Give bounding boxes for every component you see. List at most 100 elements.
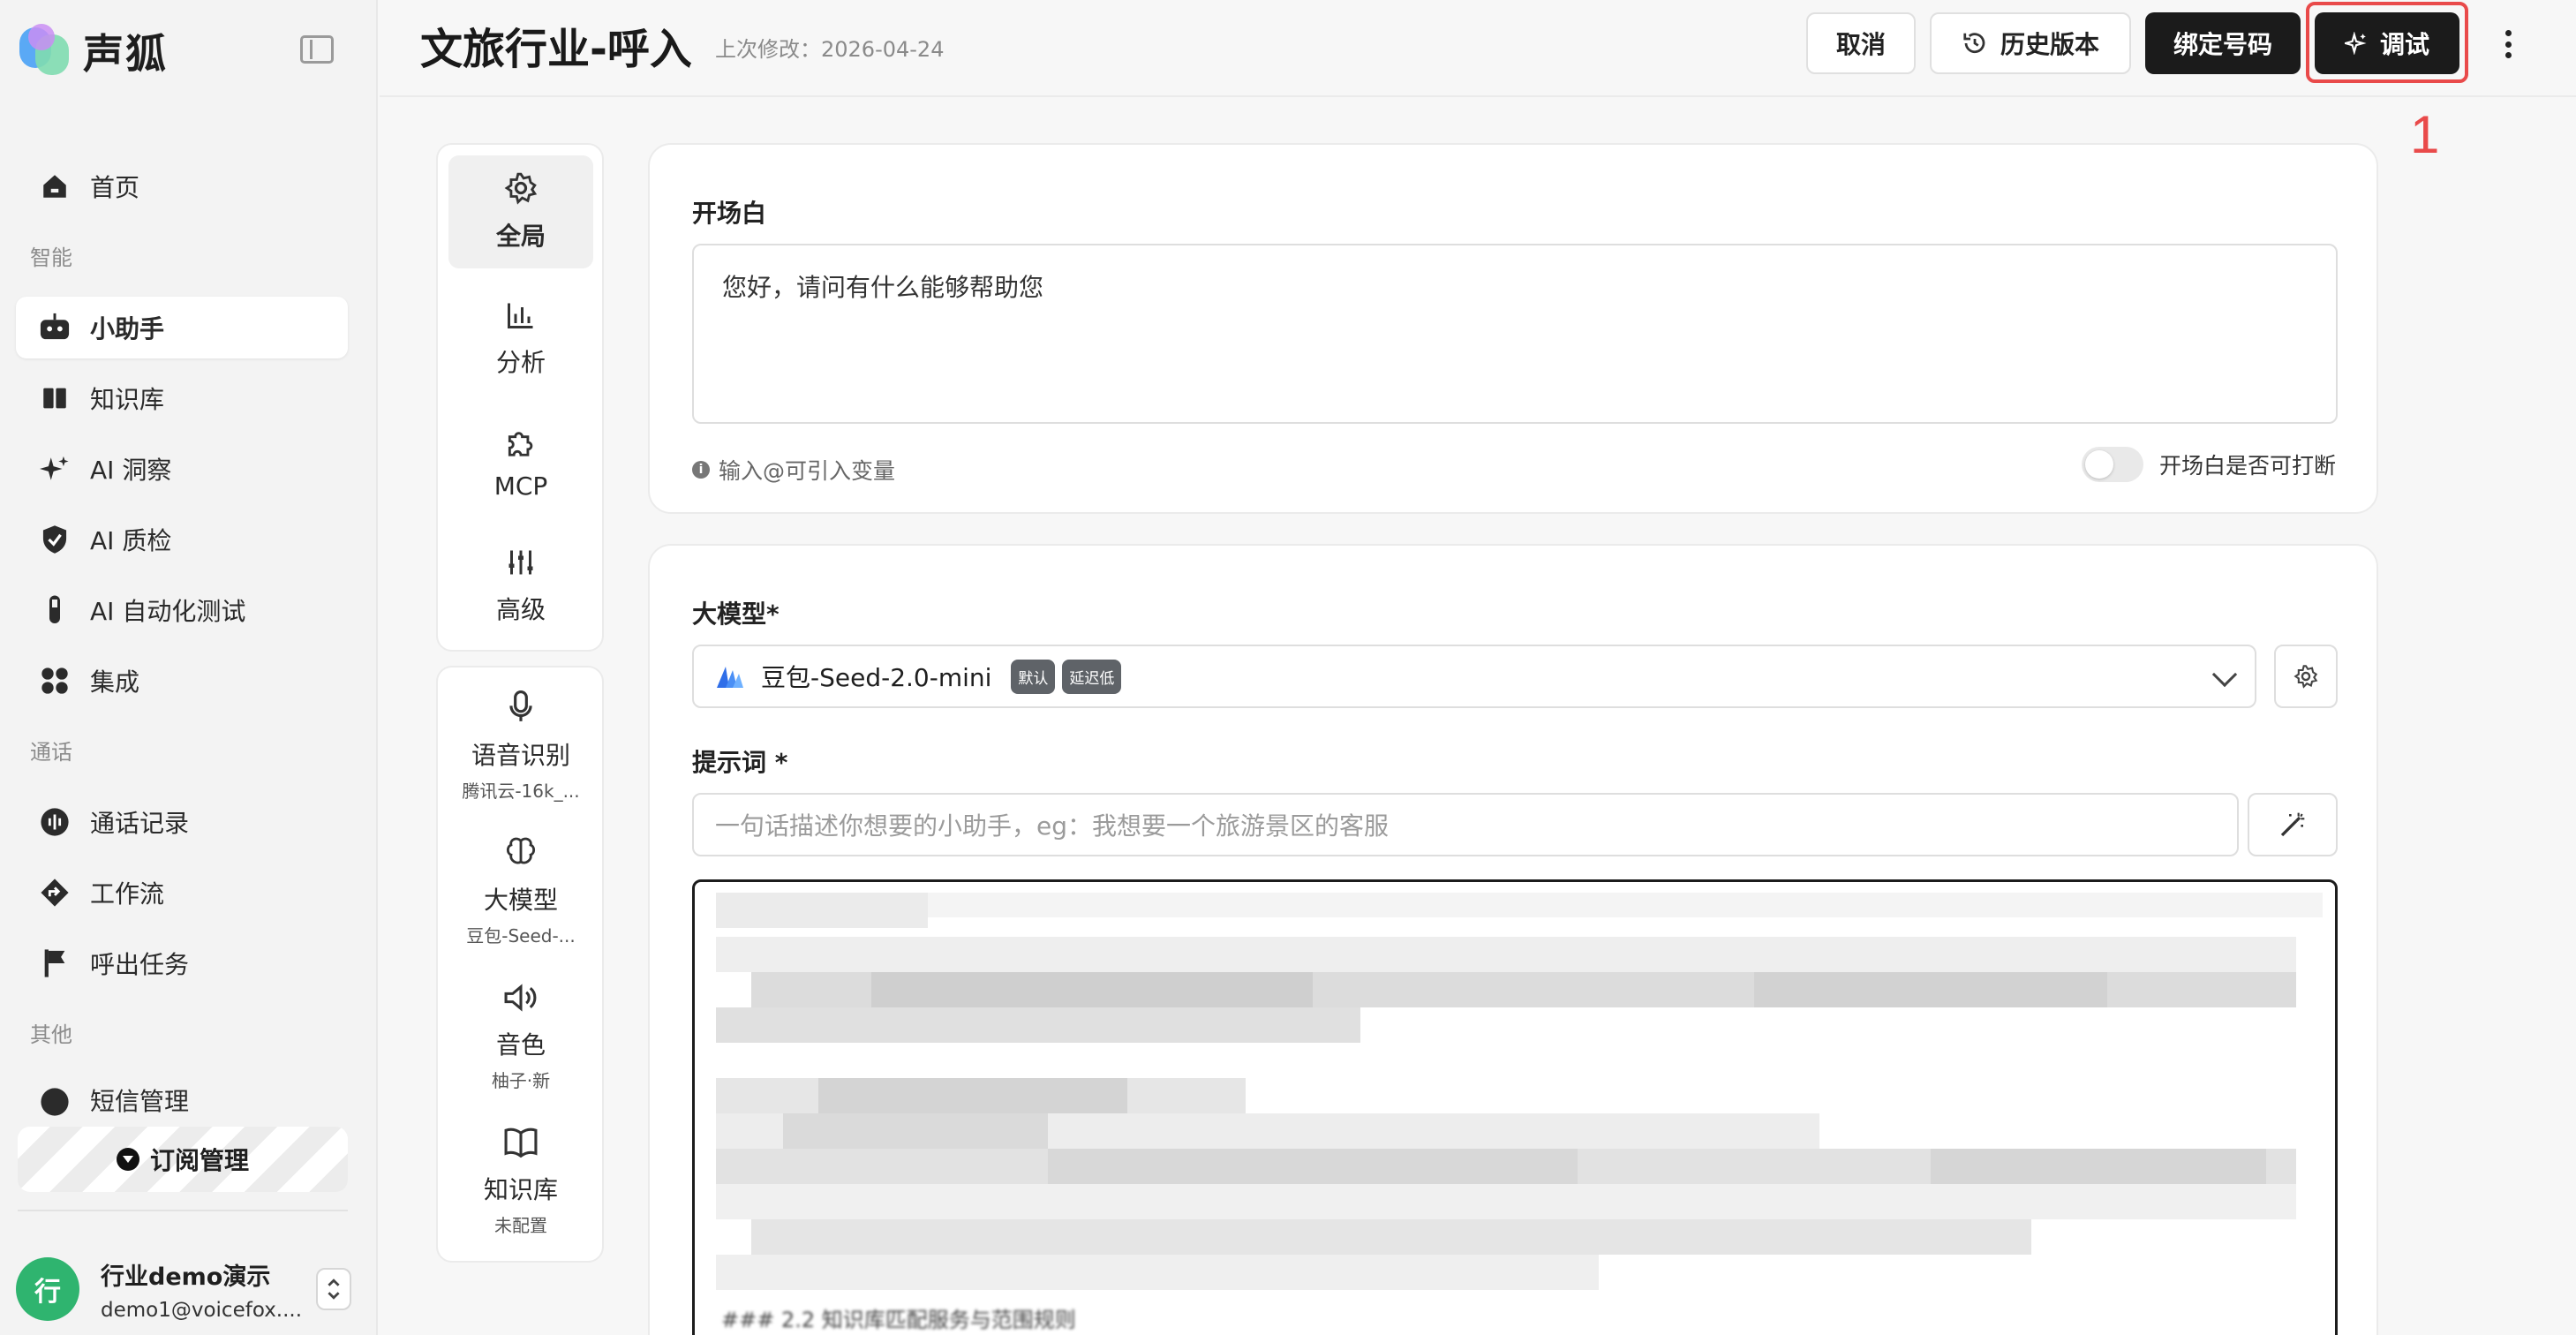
sidebar-item-label: 小助手 — [90, 314, 165, 343]
shield-check-icon — [35, 520, 74, 559]
model-logo-icon — [715, 663, 745, 690]
tab-knowledge[interactable]: 知识库 未配置 — [448, 1121, 593, 1254]
sidebar-collapse-icon[interactable] — [300, 35, 334, 64]
sidebar-item-ai-insight[interactable]: AI 洞察 — [16, 438, 348, 500]
sidebar-item-label: AI 自动化测试 — [90, 597, 246, 626]
tab-label: 知识库 — [483, 1175, 558, 1204]
book-icon — [35, 379, 74, 418]
brain-icon — [504, 835, 538, 872]
tab-label: 音色 — [495, 1030, 546, 1060]
magic-wand-icon — [2278, 811, 2307, 839]
sidebar-item-sms[interactable]: 短信管理 — [16, 1074, 348, 1118]
tab-voice[interactable]: 音色 柚子·新 — [448, 977, 593, 1109]
grid-dots-icon — [35, 661, 74, 700]
tab-mcp[interactable]: MCP — [448, 410, 593, 516]
microphone-icon — [506, 690, 536, 728]
chevron-up-down-icon[interactable] — [316, 1268, 351, 1310]
bind-number-button[interactable]: 绑定号码 — [2145, 12, 2301, 74]
model-settings-button[interactable] — [2274, 645, 2338, 708]
sidebar-item-outbound[interactable]: 呼出任务 — [16, 932, 348, 994]
tab-sublabel: 豆包-Seed-... — [466, 925, 576, 947]
workflow-icon — [35, 873, 74, 912]
more-options-icon[interactable] — [2495, 26, 2521, 62]
sidebar-item-home[interactable]: 首页 — [16, 155, 348, 217]
tab-sublabel: 腾讯云-16k_... — [462, 781, 580, 802]
sidebar-item-label: 呼出任务 — [90, 950, 190, 979]
sidebar-item-ai-qa[interactable]: AI 质检 — [16, 509, 348, 570]
tab-label: MCP — [493, 471, 548, 501]
sidebar-item-label: 通话记录 — [90, 809, 190, 838]
opening-card: 开场白 您好，请问有什么能够帮助您 i 输入@可引入变量 开场白是否可打断 — [648, 143, 2378, 514]
home-icon — [35, 167, 74, 206]
prompt-text-fragment: ### 2.2 知识库匹配服务与范围规则 — [721, 1308, 1076, 1332]
user-profile[interactable]: 行 行业demo演示 demo1@voicefox.... — [16, 1254, 351, 1324]
prompt-label: 提示词 * — [692, 748, 788, 777]
sidebar-item-knowledge[interactable]: 知识库 — [16, 367, 348, 429]
sidebar-item-label: 知识库 — [90, 385, 165, 414]
sidebar-item-ai-test[interactable]: AI 自动化测试 — [16, 579, 348, 641]
audio-wave-icon — [35, 803, 74, 841]
opening-label: 开场白 — [692, 199, 767, 228]
opening-textarea[interactable]: 您好，请问有什么能够帮助您 — [692, 244, 2338, 424]
model-label: 大模型* — [692, 600, 780, 629]
speaker-icon — [503, 982, 539, 1017]
sidebar-item-label: 集成 — [90, 668, 140, 697]
puzzle-icon — [504, 426, 538, 463]
low-latency-badge: 延迟低 — [1062, 659, 1122, 694]
model-card: 大模型* 豆包-Seed-2.0-mini 默认 延迟低 提示词 * 一句话描述… — [648, 544, 2378, 1335]
annotation-number: 1 — [2410, 105, 2440, 164]
flag-icon — [35, 944, 74, 983]
magic-generate-button[interactable] — [2248, 793, 2338, 856]
sidebar-item-call-log[interactable]: 通话记录 — [16, 791, 348, 853]
subscribe-button[interactable]: 订阅管理 — [18, 1127, 348, 1192]
tab-advanced[interactable]: 高级 — [448, 533, 593, 639]
tab-label: 语音识别 — [471, 741, 570, 770]
brand[interactable]: 声狐 — [16, 19, 168, 83]
divider — [18, 1210, 348, 1211]
default-badge: 默认 — [1011, 659, 1056, 694]
brand-name: 声狐 — [83, 30, 168, 78]
gear-icon — [504, 171, 538, 208]
section-label-call: 通话 — [30, 740, 72, 765]
robot-icon — [35, 308, 74, 347]
tab-label: 全局 — [495, 222, 546, 251]
last-modified: 上次修改：2026-04-24 — [715, 37, 945, 62]
book-open-icon — [503, 1127, 539, 1162]
prompt-editor[interactable]: ### 2.2 知识库匹配服务与范围规则 — [692, 879, 2338, 1335]
sidebar-item-workflow[interactable]: 工作流 — [16, 862, 348, 924]
interrupt-toggle-row: 开场白是否可打断 — [2081, 447, 2336, 482]
bind-number-label: 绑定号码 — [2173, 30, 2272, 59]
sidebar-item-assistant[interactable]: 小助手 — [16, 297, 348, 358]
sidebar-item-label: 短信管理 — [90, 1087, 190, 1116]
sidebar-item-label: 首页 — [90, 173, 140, 202]
sidebar-item-integration[interactable]: 集成 — [16, 650, 348, 712]
user-name: 行业demo演示 — [101, 1263, 271, 1291]
tab-analysis[interactable]: 分析 — [448, 286, 593, 392]
prompt-generator-input[interactable]: 一句话描述你想要的小助手，eg：我想要一个旅游景区的客服 — [692, 793, 2239, 856]
tab-global[interactable]: 全局 — [448, 155, 593, 268]
test-tube-icon — [35, 591, 74, 630]
tab-label: 大模型 — [483, 886, 558, 915]
sidebar: 声狐 首页 智能 小助手 知识库 AI 洞察 AI 质检 AI 自动化测试 集成… — [0, 0, 378, 1335]
tab-llm[interactable]: 大模型 豆包-Seed-... — [448, 830, 593, 962]
tab-sublabel: 柚子·新 — [491, 1070, 551, 1091]
section-label-smart: 智能 — [30, 245, 72, 270]
chevron-down-icon — [2211, 661, 2238, 688]
interrupt-toggle[interactable] — [2081, 447, 2143, 482]
sidebar-item-label: 工作流 — [90, 879, 165, 909]
history-button[interactable]: 历史版本 — [1930, 12, 2131, 74]
bar-chart-icon — [505, 299, 537, 335]
section-label-other: 其他 — [30, 1022, 72, 1047]
tab-asr[interactable]: 语音识别 腾讯云-16k_... — [448, 685, 593, 818]
info-icon: i — [692, 461, 710, 479]
gear-icon — [2294, 664, 2318, 689]
config-rail-bottom: 语音识别 腾讯云-16k_... 大模型 豆包-Seed-... 音色 柚子·新… — [436, 666, 604, 1263]
cancel-button[interactable]: 取消 — [1806, 12, 1916, 74]
annotation-highlight — [2306, 2, 2468, 83]
history-icon — [1962, 30, 1988, 57]
sparkles-icon — [35, 449, 74, 488]
model-select[interactable]: 豆包-Seed-2.0-mini 默认 延迟低 — [692, 645, 2256, 708]
tab-label: 高级 — [495, 595, 546, 624]
avatar: 行 — [16, 1257, 79, 1321]
brand-logo — [16, 22, 74, 80]
